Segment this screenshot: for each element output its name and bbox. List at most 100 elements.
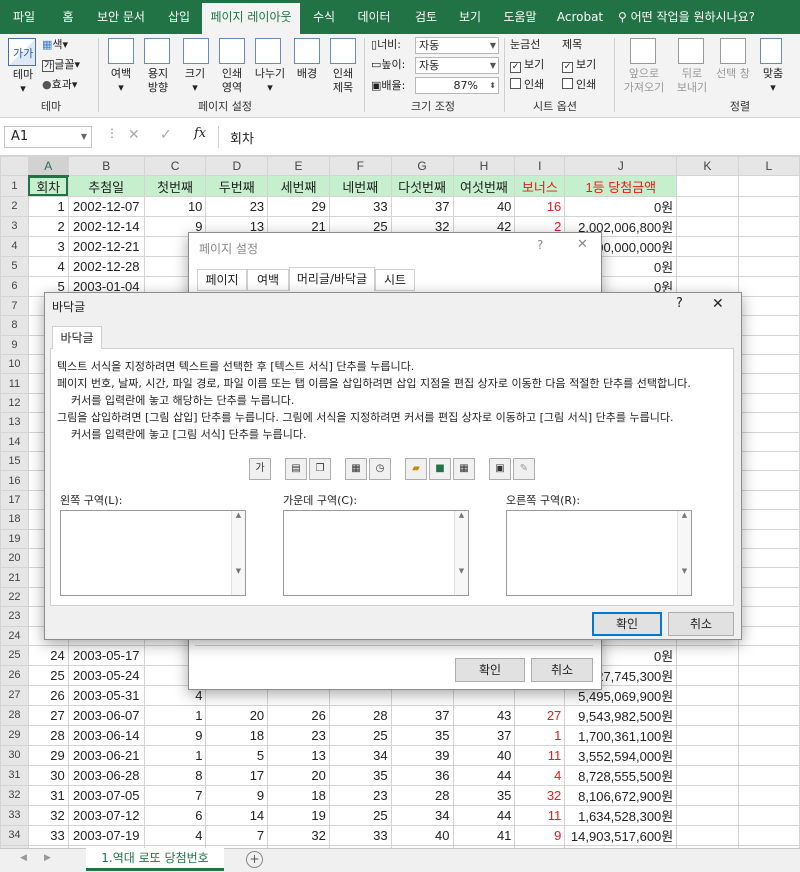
data-cell[interactable]: 4 <box>27 255 69 277</box>
data-cell[interactable]: 36 <box>390 764 454 786</box>
data-cell[interactable]: 2002-12-28 <box>67 255 145 277</box>
empty-cell[interactable] <box>737 175 800 197</box>
data-cell[interactable]: 2003-06-14 <box>67 724 145 746</box>
row-header[interactable]: 8 <box>0 315 29 336</box>
data-cell[interactable]: 28 <box>390 784 454 806</box>
empty-cell[interactable] <box>737 528 800 549</box>
height-select[interactable]: 자동 ▼ <box>415 57 499 74</box>
header-cell[interactable]: 첫번째 <box>143 175 207 197</box>
data-cell[interactable]: 20 <box>267 764 330 786</box>
gridlines-print-checkbox[interactable]: 인쇄 <box>510 78 544 92</box>
data-cell[interactable]: 27 <box>514 704 566 726</box>
enter-icon[interactable]: ✓ <box>160 127 172 143</box>
scale-spinner[interactable]: 87% ⬍ <box>415 77 499 94</box>
tab-data[interactable]: 데이터 <box>350 0 398 34</box>
row-header[interactable]: 25 <box>0 644 29 666</box>
row-header[interactable]: 20 <box>0 547 29 569</box>
size-button[interactable]: 크기 ▾ <box>178 67 212 95</box>
data-cell[interactable]: 43 <box>452 704 516 726</box>
print-titles-button[interactable]: 인쇄 제목 <box>326 67 360 95</box>
cancel-icon[interactable]: ✕ <box>128 127 140 143</box>
breaks-button[interactable]: 나누기 ▾ <box>250 67 290 95</box>
data-cell[interactable]: 35 <box>328 764 392 786</box>
row-header[interactable]: 32 <box>0 784 29 806</box>
tab-footer[interactable]: 바닥글 <box>52 326 102 349</box>
row-header[interactable]: 27 <box>0 684 29 706</box>
data-cell[interactable]: 34 <box>390 804 454 826</box>
data-cell[interactable]: 34 <box>328 744 392 766</box>
row-header[interactable]: 28 <box>0 704 29 726</box>
empty-cell[interactable] <box>737 354 800 375</box>
header-cell[interactable]: 네번째 <box>328 175 392 197</box>
data-cell[interactable]: 2003-05-17 <box>67 644 145 666</box>
data-cell[interactable]: 17 <box>205 764 269 786</box>
scrollbar[interactable]: ▲ ▼ <box>231 511 245 595</box>
headings-print-checkbox[interactable]: 인쇄 <box>562 78 596 92</box>
header-cell[interactable]: 여섯번째 <box>452 175 516 197</box>
empty-cell[interactable] <box>737 625 800 646</box>
row-header[interactable]: 13 <box>0 412 29 433</box>
empty-cell[interactable] <box>676 704 739 726</box>
row-header[interactable]: 18 <box>0 509 29 530</box>
data-cell[interactable]: 32 <box>514 784 566 806</box>
tab-help[interactable]: 도움말 <box>496 0 544 34</box>
data-cell[interactable]: 40 <box>452 195 516 217</box>
data-cell[interactable]: 29 <box>267 195 330 217</box>
data-cell[interactable]: 33 <box>328 195 392 217</box>
data-cell[interactable]: 5 <box>205 744 269 766</box>
header-cell[interactable]: 회차 <box>27 175 69 197</box>
data-cell[interactable]: 2002-12-14 <box>67 215 145 237</box>
tab-sheet[interactable]: 시트 <box>375 269 415 291</box>
row-header[interactable]: 9 <box>0 334 29 356</box>
empty-cell[interactable] <box>737 547 800 569</box>
row-header[interactable]: 4 <box>0 235 29 257</box>
empty-cell[interactable] <box>737 235 800 257</box>
data-cell[interactable]: 23 <box>328 784 392 806</box>
header-cell[interactable]: 1등 당첨금액 <box>564 175 678 197</box>
close-icon[interactable]: ✕ <box>577 237 588 252</box>
empty-cell[interactable] <box>676 255 739 277</box>
empty-cell[interactable] <box>737 764 800 786</box>
empty-cell[interactable] <box>737 315 800 336</box>
row-header[interactable]: 24 <box>0 625 29 646</box>
data-cell[interactable]: 44 <box>452 764 516 786</box>
data-cell[interactable]: 30 <box>27 764 69 786</box>
data-cell[interactable]: 26 <box>267 704 330 726</box>
column-header[interactable]: E <box>267 156 330 177</box>
column-header[interactable]: I <box>514 156 566 177</box>
scroll-right-icon[interactable]: ▶ <box>44 853 51 863</box>
data-cell[interactable]: 1 <box>143 704 207 726</box>
insert-page-count-button[interactable]: ❐ <box>309 458 331 480</box>
empty-cell[interactable] <box>737 724 800 746</box>
insert-file-path-button[interactable]: ▰ <box>405 458 427 480</box>
empty-cell[interactable] <box>737 334 800 356</box>
column-header[interactable]: K <box>676 156 739 177</box>
row-header[interactable]: 23 <box>0 606 29 627</box>
header-cell[interactable]: 다섯번째 <box>390 175 454 197</box>
cancel-button[interactable]: 취소 <box>668 612 734 636</box>
data-cell[interactable]: 32 <box>267 824 330 846</box>
scrollbar[interactable]: ▲ ▼ <box>454 511 468 595</box>
row-header[interactable]: 1 <box>0 175 29 197</box>
row-header[interactable]: 26 <box>0 664 29 686</box>
data-cell[interactable]: 33 <box>27 824 69 846</box>
data-cell[interactable]: 2003-05-31 <box>67 684 145 706</box>
data-cell[interactable]: 37 <box>390 704 454 726</box>
insert-sheet-name-button[interactable]: ▦ <box>453 458 475 480</box>
margins-button[interactable]: 여백 ▾ <box>104 67 138 95</box>
themes-button[interactable]: 테마 ▾ <box>8 68 38 96</box>
data-cell[interactable]: 1,634,528,300원 <box>564 804 678 826</box>
sheet-tab-active[interactable]: 1.역대 로또 당첨번호 <box>86 848 224 871</box>
row-header[interactable]: 10 <box>0 354 29 375</box>
data-cell[interactable]: 10 <box>143 195 207 217</box>
empty-cell[interactable] <box>737 664 800 686</box>
data-cell[interactable]: 18 <box>267 784 330 806</box>
data-cell[interactable]: 3,552,594,000원 <box>564 744 678 766</box>
empty-cell[interactable] <box>676 764 739 786</box>
empty-cell[interactable] <box>737 431 800 453</box>
empty-cell[interactable] <box>737 804 800 826</box>
empty-cell[interactable] <box>737 644 800 666</box>
column-header[interactable]: D <box>205 156 269 177</box>
ok-button[interactable]: 확인 <box>592 612 662 636</box>
row-header[interactable]: 19 <box>0 528 29 549</box>
